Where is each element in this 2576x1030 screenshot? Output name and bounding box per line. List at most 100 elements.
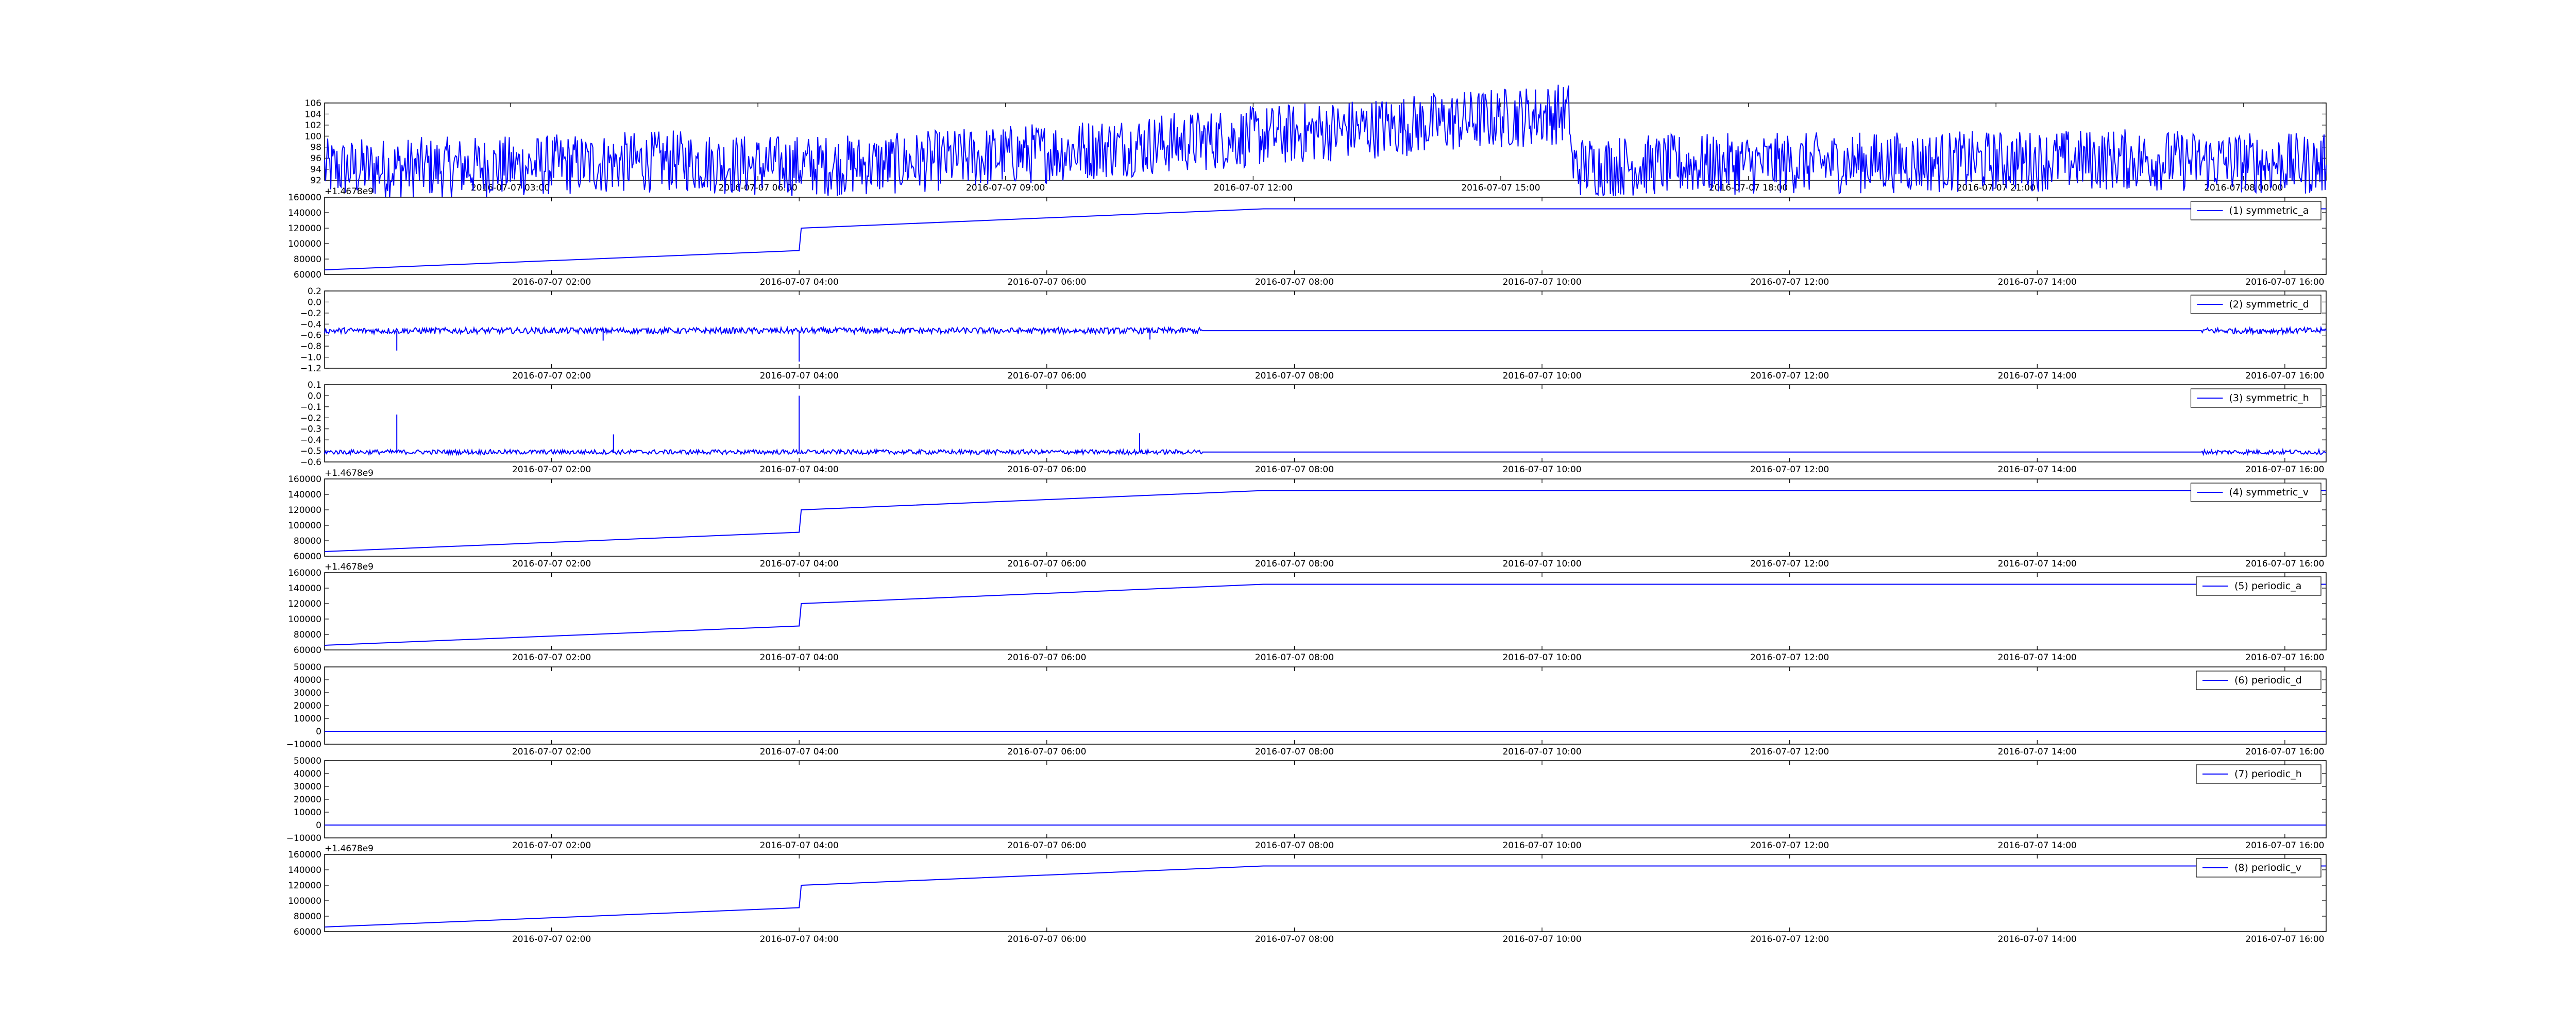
x-tick-label: 2016-07-07 04:00 [760, 747, 839, 757]
y-tick-label: 160000 [288, 568, 321, 578]
y-tick-label: −0.6 [300, 331, 321, 341]
y-tick-label: 160000 [288, 474, 321, 485]
x-tick-label: 2016-07-07 14:00 [1998, 465, 2077, 475]
x-tick-label: 2016-07-07 12:00 [1214, 183, 1293, 193]
x-tick-label: 2016-07-07 02:00 [512, 934, 591, 945]
y-tick-label: 80000 [294, 536, 321, 546]
x-tick-label: 2016-07-07 08:00 [1255, 465, 1334, 475]
y-tick-label: 94 [310, 165, 321, 175]
y-tick-label: 120000 [288, 505, 321, 516]
legend: (4) symmetric_v [2190, 483, 2321, 502]
x-tick-label: 2016-07-07 10:00 [1502, 465, 1581, 475]
y-tick-label: 100000 [288, 521, 321, 531]
x-tick-label: 2016-07-07 10:00 [1502, 277, 1581, 287]
plot-area [324, 384, 2327, 462]
x-tick-label: 2016-07-07 16:00 [2245, 371, 2324, 381]
x-tick-label: 2016-07-07 06:00 [1007, 277, 1086, 287]
x-tick-label: 2016-07-07 02:00 [512, 840, 591, 851]
x-tick-label: 2016-07-07 12:00 [1750, 934, 1829, 945]
x-tick-label: 2016-07-07 14:00 [1998, 371, 2077, 381]
x-tick-label: 2016-07-07 02:00 [512, 559, 591, 569]
y-tick-label: 40000 [294, 675, 321, 685]
y-tick-label: 60000 [294, 270, 321, 280]
x-tick-label: 2016-07-07 06:00 [1007, 653, 1086, 663]
plot-area [324, 290, 2327, 369]
y-tick-label: 0 [316, 727, 321, 737]
y-tick-label: 100000 [288, 239, 321, 249]
y-tick-label: 0.0 [308, 297, 321, 307]
x-tick-label: 2016-07-07 02:00 [512, 653, 591, 663]
offset-label: +1.4678e9 [325, 186, 374, 197]
y-tick-label: 100000 [288, 896, 321, 906]
y-tick-label: 30000 [294, 782, 321, 792]
y-tick-label: −0.8 [300, 341, 321, 352]
subplot-1: 106104 10210098969492 2016-07-07 03:00 2016… [305, 84, 2327, 199]
x-tick-label: 2016-07-07 02:00 [512, 371, 591, 381]
x-tick-label: 2016-07-07 14:00 [1998, 840, 2077, 851]
legend-label: (8) periodic_v [2234, 862, 2301, 873]
y-tick-label: 50000 [294, 662, 321, 673]
x-tick-label: 2016-07-07 16:00 [2245, 840, 2324, 851]
x-tick-label: 2016-07-07 09:00 [966, 183, 1045, 193]
y-tick-label: 80000 [294, 630, 321, 640]
x-tick-label: 2016-07-07 06:00 [1007, 559, 1086, 569]
x-tick-label: 2016-07-07 16:00 [2245, 465, 2324, 475]
legend-label: (3) symmetric_h [2229, 392, 2309, 404]
y-tick-label: 0.2 [308, 286, 321, 297]
legend: (8) periodic_v [2196, 858, 2321, 878]
legend: (7) periodic_h [2196, 764, 2321, 784]
x-tick-label: 2016-07-07 04:00 [760, 371, 839, 381]
y-tick-label: 10000 [294, 714, 321, 724]
x-tick-label: 2016-07-07 16:00 [2245, 747, 2324, 757]
legend-label: (5) periodic_a [2234, 580, 2301, 592]
y-tick-label: −0.2 [300, 308, 321, 319]
y-tick-label: 10000 [294, 808, 321, 818]
subplot-4: 0.10.0−0.1−0.2−0.3−0.4 −0.5−0.6 2016-07-07… [300, 380, 2327, 475]
x-tick-label: 2016-07-07 10:00 [1502, 934, 1581, 945]
y-tick-label: −1.0 [300, 353, 321, 363]
x-tick-label: 2016-07-07 10:00 [1502, 840, 1581, 851]
x-tick-label: 2016-07-07 16:00 [2245, 934, 2324, 945]
x-tick-label: 2016-07-07 02:00 [512, 277, 591, 287]
y-tick-label: 160000 [288, 193, 321, 203]
legend-label: (4) symmetric_v [2229, 487, 2309, 498]
x-tick-label: 2016-07-07 12:00 [1750, 277, 1829, 287]
x-tick-label: 2016-07-07 08:00 [1255, 277, 1334, 287]
series-line [324, 84, 2327, 199]
legend: (6) periodic_d [2196, 671, 2321, 690]
x-tick-label: 2016-07-07 04:00 [760, 559, 839, 569]
y-tick-label: 96 [310, 153, 321, 164]
x-tick-label: 2016-07-07 15:00 [1461, 183, 1540, 193]
y-tick-label: 60000 [294, 645, 321, 656]
legend-label: (6) periodic_d [2234, 675, 2302, 686]
x-tick-label: 2016-07-07 12:00 [1750, 371, 1829, 381]
x-tick-label: 2016-07-07 08:00 [1255, 371, 1334, 381]
offset-label: +1.4678e9 [325, 562, 374, 572]
y-tick-label: 140000 [288, 865, 321, 876]
y-tick-label: 160000 [288, 850, 321, 860]
legend-label: (1) symmetric_a [2229, 205, 2309, 216]
y-tick-label: 60000 [294, 927, 321, 937]
y-tick-label: 20000 [294, 795, 321, 805]
y-tick-label: 120000 [288, 599, 321, 609]
x-tick-label: 2016-07-07 04:00 [760, 840, 839, 851]
y-tick-label: 104 [305, 109, 321, 119]
subplot-3: 0.20.0−0.2−0.4−0.6−0.8−1.0−1.2 2016-07-07… [300, 286, 2327, 381]
x-tick-label: 2016-07-07 04:00 [760, 465, 839, 475]
figure: 106104 10210098969492 2016-07-07 03:00 2016… [286, 84, 2327, 945]
y-tick-label: 0 [316, 820, 321, 831]
y-tick-label: 140000 [288, 490, 321, 500]
x-tick-label: 2016-07-07 08:00 [1255, 559, 1334, 569]
x-tick-label: 2016-07-07 10:00 [1502, 653, 1581, 663]
y-tick-label: 100000 [288, 614, 321, 625]
x-tick-label: 2016-07-07 02:00 [512, 465, 591, 475]
y-tick-label: −10000 [286, 833, 321, 844]
x-tick-label: 2016-07-07 14:00 [1998, 747, 2077, 757]
x-tick-label: 2016-07-07 08:00 [1255, 747, 1334, 757]
y-tick-label: 80000 [294, 254, 321, 265]
y-tick-label: −0.1 [300, 402, 321, 413]
y-tick-label: 30000 [294, 688, 321, 698]
x-tick-label: 2016-07-07 04:00 [760, 653, 839, 663]
offset-label: +1.4678e9 [325, 468, 374, 478]
x-tick-label: 2016-07-07 08:00 [1255, 653, 1334, 663]
